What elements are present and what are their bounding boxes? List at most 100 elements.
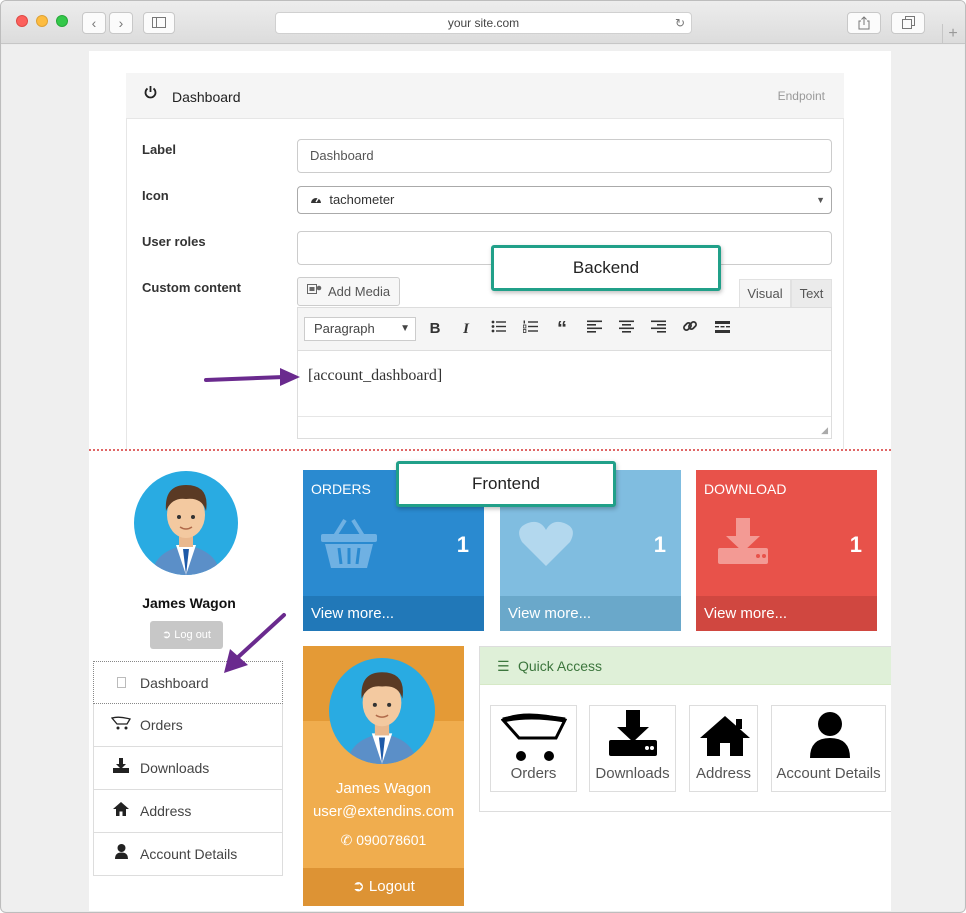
blockquote-icon[interactable]: “: [551, 318, 573, 340]
bulleted-list-icon[interactable]: [487, 318, 509, 340]
home-icon: [111, 790, 131, 832]
tabs-overview-button[interactable]: [891, 12, 925, 34]
browser-viewport: Dashboard Endpoint Label Dashboard Icon …: [2, 45, 964, 911]
tab-visual[interactable]: Visual: [739, 279, 791, 308]
close-window-button[interactable]: [16, 15, 28, 27]
cart-icon: [110, 704, 131, 746]
format-select-value: Paragraph: [314, 321, 375, 336]
editor-statusbar: ◢: [298, 416, 831, 438]
endpoint-label: Endpoint: [777, 89, 825, 103]
quick-access-panel: ☰ Quick Access Orders Downloads Address …: [479, 646, 891, 812]
basket-icon: [319, 518, 379, 575]
menu-item-label: Account Details: [140, 846, 238, 862]
editor-content-area[interactable]: [account_dashboard] ◢: [297, 351, 832, 439]
reload-icon[interactable]: ↻: [675, 13, 685, 34]
quick-access-downloads[interactable]: Downloads: [589, 705, 676, 792]
download-icon: [609, 710, 657, 761]
browser-window: ‹ › your site.com ↻ + Dashboard Endpoint: [0, 0, 966, 913]
read-more-icon[interactable]: [711, 318, 733, 340]
tab-text[interactable]: Text: [791, 279, 832, 308]
menu-item-orders[interactable]: Orders: [93, 704, 283, 747]
frontend-callout: Frontend: [396, 461, 616, 507]
media-icon: [307, 278, 323, 305]
menu-item-downloads[interactable]: Downloads: [93, 747, 283, 790]
editor-content: [account_dashboard]: [308, 367, 443, 384]
resize-grip-icon[interactable]: ◢: [821, 425, 828, 436]
menu-item-label: Address: [140, 803, 192, 819]
quick-access-label: Orders: [510, 765, 557, 782]
minimize-window-button[interactable]: [36, 15, 48, 27]
tile-title: DOWNLOAD: [704, 481, 787, 497]
profile-email: user@extendins.com: [312, 803, 455, 820]
tile-count: 1: [456, 532, 469, 557]
heart-icon: [518, 520, 574, 573]
menu-item-label: Downloads: [140, 760, 210, 776]
address-bar[interactable]: your site.com ↻: [275, 12, 692, 34]
browser-titlebar: ‹ › your site.com ↻ +: [1, 1, 965, 44]
phone-icon: ✆: [340, 832, 357, 848]
numbered-list-icon[interactable]: [519, 318, 541, 340]
tile-view-more-link[interactable]: View more...: [696, 596, 877, 631]
tile-download[interactable]: DOWNLOAD 1 View more...: [696, 470, 877, 631]
endpoint-panel-body: Label Dashboard Icon tachometer ▼ User r…: [126, 119, 844, 449]
quick-access-address[interactable]: Address: [689, 705, 758, 792]
quick-access-title: Quick Access: [518, 658, 603, 674]
share-icon: [858, 16, 870, 30]
backend-callout: Backend: [491, 245, 721, 291]
download-icon: [111, 747, 131, 789]
custom-content-label: Custom content: [142, 280, 241, 295]
icon-select-value: tachometer: [329, 192, 395, 207]
chevron-down-icon: ▼: [816, 195, 825, 205]
tile-view-more-link[interactable]: View more...: [303, 596, 484, 631]
align-left-icon[interactable]: [583, 318, 605, 340]
tile-view-more-link[interactable]: View more...: [500, 596, 681, 631]
download-icon: [718, 518, 768, 569]
forward-button[interactable]: ›: [109, 12, 133, 34]
editor-toolbar: Paragraph ▼ B I “: [297, 307, 832, 351]
cart-icon: [500, 712, 568, 767]
menu-item-account-details[interactable]: Account Details: [93, 833, 283, 876]
user-icon: [810, 712, 850, 763]
user-icon: [111, 833, 131, 875]
share-button[interactable]: [847, 12, 881, 34]
sidebar-icon: [152, 17, 166, 28]
sidebar-toggle-button[interactable]: [143, 12, 175, 34]
logout-small-button[interactable]: ➲ Log out: [150, 621, 223, 649]
panel-title: Dashboard: [172, 89, 241, 105]
logout-button[interactable]: ➲ Logout: [303, 868, 464, 906]
tile-title: ORDERS: [311, 481, 371, 497]
bars-icon: ☰: [497, 658, 510, 674]
profile-phone: 090078601: [356, 832, 427, 848]
chevron-down-icon: ▼: [400, 323, 410, 334]
new-tab-button[interactable]: +: [942, 24, 963, 44]
label-field-label: Label: [142, 142, 176, 157]
add-media-label: Add Media: [328, 284, 391, 299]
power-icon: [144, 85, 157, 102]
menu-item-address[interactable]: Address: [93, 790, 283, 833]
account-menu: Dashboard Orders Downloads Address Accou…: [93, 661, 283, 876]
menu-item-label: Orders: [140, 717, 183, 733]
profile-avatar: [329, 658, 435, 764]
bold-icon[interactable]: B: [424, 318, 446, 340]
align-right-icon[interactable]: [647, 318, 669, 340]
label-input[interactable]: Dashboard: [297, 139, 832, 173]
back-button[interactable]: ‹: [82, 12, 106, 34]
profile-phone-row: ✆ 090078601: [303, 832, 464, 849]
align-center-icon[interactable]: [615, 318, 637, 340]
icon-select[interactable]: tachometer ▼: [297, 186, 832, 214]
add-media-button[interactable]: Add Media: [297, 277, 400, 306]
profile-card: James Wagon user@extendins.com ✆ 0900786…: [303, 646, 464, 906]
section-divider: [89, 449, 891, 451]
format-select[interactable]: Paragraph ▼: [304, 317, 416, 341]
icon-field-label: Icon: [142, 188, 169, 203]
quick-access-account-details[interactable]: Account Details: [771, 705, 886, 792]
quick-access-header: ☰ Quick Access: [480, 647, 891, 685]
quick-access-orders[interactable]: Orders: [490, 705, 577, 792]
maximize-window-button[interactable]: [56, 15, 68, 27]
tachometer-icon: [310, 193, 325, 207]
profile-name: James Wagon: [335, 780, 432, 797]
italic-icon[interactable]: I: [455, 318, 477, 340]
link-icon[interactable]: [679, 318, 701, 340]
home-icon: [700, 716, 750, 761]
endpoint-panel-header[interactable]: Dashboard Endpoint: [126, 73, 844, 119]
